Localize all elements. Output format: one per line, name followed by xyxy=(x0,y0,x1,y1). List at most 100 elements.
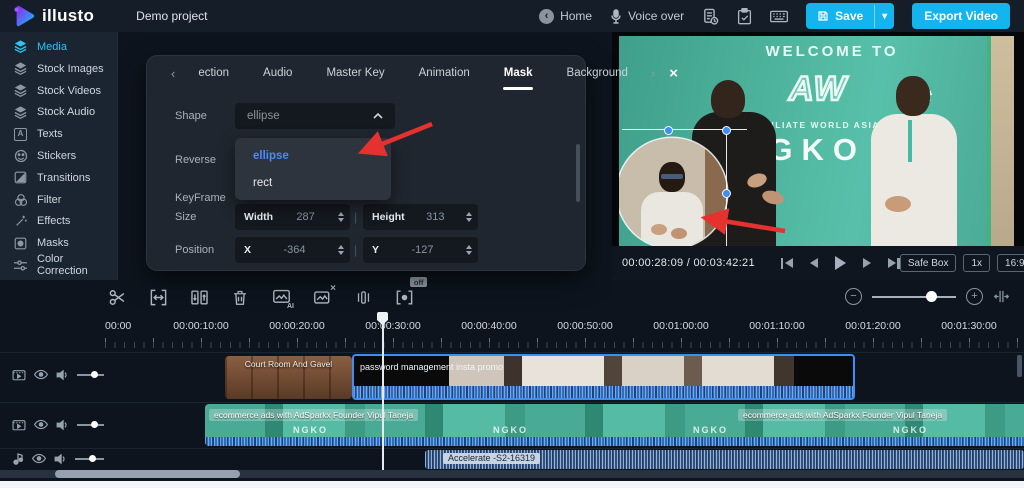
clip-accelerate-audio[interactable]: Accelerate -S2-16319 xyxy=(425,450,1024,469)
play-button[interactable] xyxy=(835,256,846,270)
clip-password-management-selected[interactable]: password management insta promo xyxy=(352,354,855,400)
skip-to-start-button[interactable] xyxy=(781,258,793,269)
y-stepper[interactable] xyxy=(466,245,472,255)
preview-eye-toggle-icon[interactable]: off xyxy=(393,286,415,308)
playback-speed-button[interactable]: 1x xyxy=(963,254,990,272)
voice-over-button[interactable]: Voice over xyxy=(610,9,684,24)
shape-label: Shape xyxy=(175,110,207,122)
image-remove-icon[interactable]: × xyxy=(311,286,333,308)
height-value: 313 xyxy=(426,211,444,223)
sidebar-item-texts[interactable]: A Texts xyxy=(0,124,117,144)
track-columns-icon[interactable] xyxy=(352,286,374,308)
sidebar-item-stock-audio[interactable]: Stock Audio xyxy=(0,102,117,122)
eye-visibility-icon[interactable] xyxy=(32,453,46,464)
vertical-scrollbar-thumb[interactable] xyxy=(1017,355,1022,377)
position-y-input[interactable]: Y -127 xyxy=(363,237,478,263)
track3-header xyxy=(0,452,104,465)
track1-header xyxy=(0,368,104,381)
delete-trash-icon[interactable] xyxy=(229,286,251,308)
speaker-mute-icon[interactable] xyxy=(54,453,67,465)
app-logo[interactable]: illusto xyxy=(0,4,94,28)
width-input[interactable]: Width 287 xyxy=(235,204,350,230)
export-video-button[interactable]: Export Video xyxy=(912,3,1010,29)
zoom-slider-knob[interactable] xyxy=(926,291,937,302)
horizontal-scrollbar-thumb[interactable] xyxy=(55,470,240,478)
zoom-out-icon[interactable]: − xyxy=(845,288,862,305)
track1-volume-slider[interactable] xyxy=(77,374,104,376)
mask-handle-top-right[interactable] xyxy=(722,126,731,135)
tabs-scroll-left-icon[interactable]: ‹ xyxy=(165,66,181,81)
video-canvas[interactable]: WELCOME TO AW FFILIATE WORLD ASIA 20 NGK… xyxy=(619,36,1014,246)
playhead-line[interactable] xyxy=(382,315,384,470)
panel-close-icon[interactable]: × xyxy=(669,65,678,82)
sliders-icon xyxy=(13,259,28,272)
step-forward-button[interactable] xyxy=(863,258,871,268)
ellipse-mask-overlay[interactable] xyxy=(619,138,727,246)
position-x-input[interactable]: X -364 xyxy=(235,237,350,263)
eye-visibility-icon[interactable] xyxy=(34,369,48,380)
tab-animation[interactable]: Animation xyxy=(402,67,487,79)
save-button[interactable]: Save ▾ xyxy=(806,3,894,29)
thumbnail-text: NGKO xyxy=(293,425,328,435)
height-input[interactable]: Height 313 xyxy=(363,204,478,230)
project-title[interactable]: Demo project xyxy=(136,9,207,23)
project-history-icon[interactable] xyxy=(702,8,719,25)
zoom-in-icon[interactable]: + xyxy=(966,288,983,305)
zoom-slider[interactable] xyxy=(872,296,956,298)
eye-visibility-icon[interactable] xyxy=(34,419,48,430)
sidebar-item-stock-videos[interactable]: Stock Videos xyxy=(0,81,117,101)
track3-volume-slider[interactable] xyxy=(75,458,104,460)
width-label: Width xyxy=(244,211,273,223)
speaker-mute-icon[interactable] xyxy=(56,419,69,431)
sidebar-item-effects[interactable]: Effects xyxy=(0,211,117,231)
tab-background[interactable]: Background xyxy=(550,67,645,79)
sidebar-item-stickers[interactable]: Stickers xyxy=(0,146,117,166)
sidebar-item-color-correction[interactable]: Color Correction xyxy=(0,255,117,275)
clip-court-room-and-gavel[interactable]: Court Room And Gavel xyxy=(225,356,352,399)
tab-mask[interactable]: Mask xyxy=(487,67,550,79)
expand-clip-icon[interactable] xyxy=(147,286,169,308)
tab-master-key[interactable]: Master Key xyxy=(309,67,401,79)
panel-scrollbar[interactable] xyxy=(576,144,580,202)
backdrop-aw-logo: AW xyxy=(789,70,848,109)
y-value: -127 xyxy=(411,244,433,256)
sidebar-item-stock-images[interactable]: Stock Images xyxy=(0,59,117,79)
tabs-scroll-right-icon[interactable]: › xyxy=(645,66,661,81)
sidebar-item-media[interactable]: Media xyxy=(0,37,117,57)
skip-to-end-button[interactable] xyxy=(888,258,900,269)
sidebar-item-transitions[interactable]: Transitions xyxy=(0,168,117,188)
dropdown-option-ellipse[interactable]: ellipse xyxy=(235,142,391,169)
shape-select[interactable]: ellipse xyxy=(235,103,395,129)
fit-timeline-icon[interactable] xyxy=(993,288,1010,305)
backdrop-side-column xyxy=(991,36,1014,246)
sidebar-item-masks[interactable]: Masks xyxy=(0,233,117,253)
step-back-button[interactable] xyxy=(810,258,818,268)
x-stepper[interactable] xyxy=(338,245,344,255)
ruler-label: 00:00:30:00 xyxy=(365,320,420,332)
ruler-minor-ticks[interactable] xyxy=(105,342,1024,348)
width-stepper[interactable] xyxy=(338,212,344,222)
aspect-ratio-button[interactable]: 16:9 xyxy=(997,254,1024,272)
layers-icon xyxy=(13,39,28,54)
track2-volume-slider[interactable] xyxy=(77,424,104,426)
clipboard-check-icon[interactable] xyxy=(737,8,752,25)
cut-scissors-icon[interactable] xyxy=(106,286,128,308)
sidebar-item-filter[interactable]: Filter xyxy=(0,190,117,210)
tab-correction[interactable]: ection xyxy=(181,67,246,79)
clip-ecommerce-ads[interactable]: ecommerce ads with AdSparkx Founder Vipu… xyxy=(205,404,1024,446)
image-ai-icon[interactable]: AI xyxy=(270,286,292,308)
home-button[interactable]: ‹ Home xyxy=(539,9,592,24)
timeline-toolbar: AI × off xyxy=(106,286,415,308)
split-clip-icon[interactable] xyxy=(188,286,210,308)
speaker-mute-icon[interactable] xyxy=(56,369,69,381)
voice-over-label: Voice over xyxy=(628,9,684,23)
save-dropdown-caret[interactable]: ▾ xyxy=(874,5,894,28)
dropdown-option-rect[interactable]: rect xyxy=(235,169,391,196)
safe-box-button[interactable]: Safe Box xyxy=(900,254,957,272)
mask-person-glasses xyxy=(661,174,683,179)
keyboard-shortcuts-icon[interactable] xyxy=(770,10,788,23)
tab-audio[interactable]: Audio xyxy=(246,67,309,79)
mask-handle-right[interactable] xyxy=(722,189,731,198)
height-stepper[interactable] xyxy=(466,212,472,222)
mask-handle-top-left[interactable] xyxy=(664,126,673,135)
